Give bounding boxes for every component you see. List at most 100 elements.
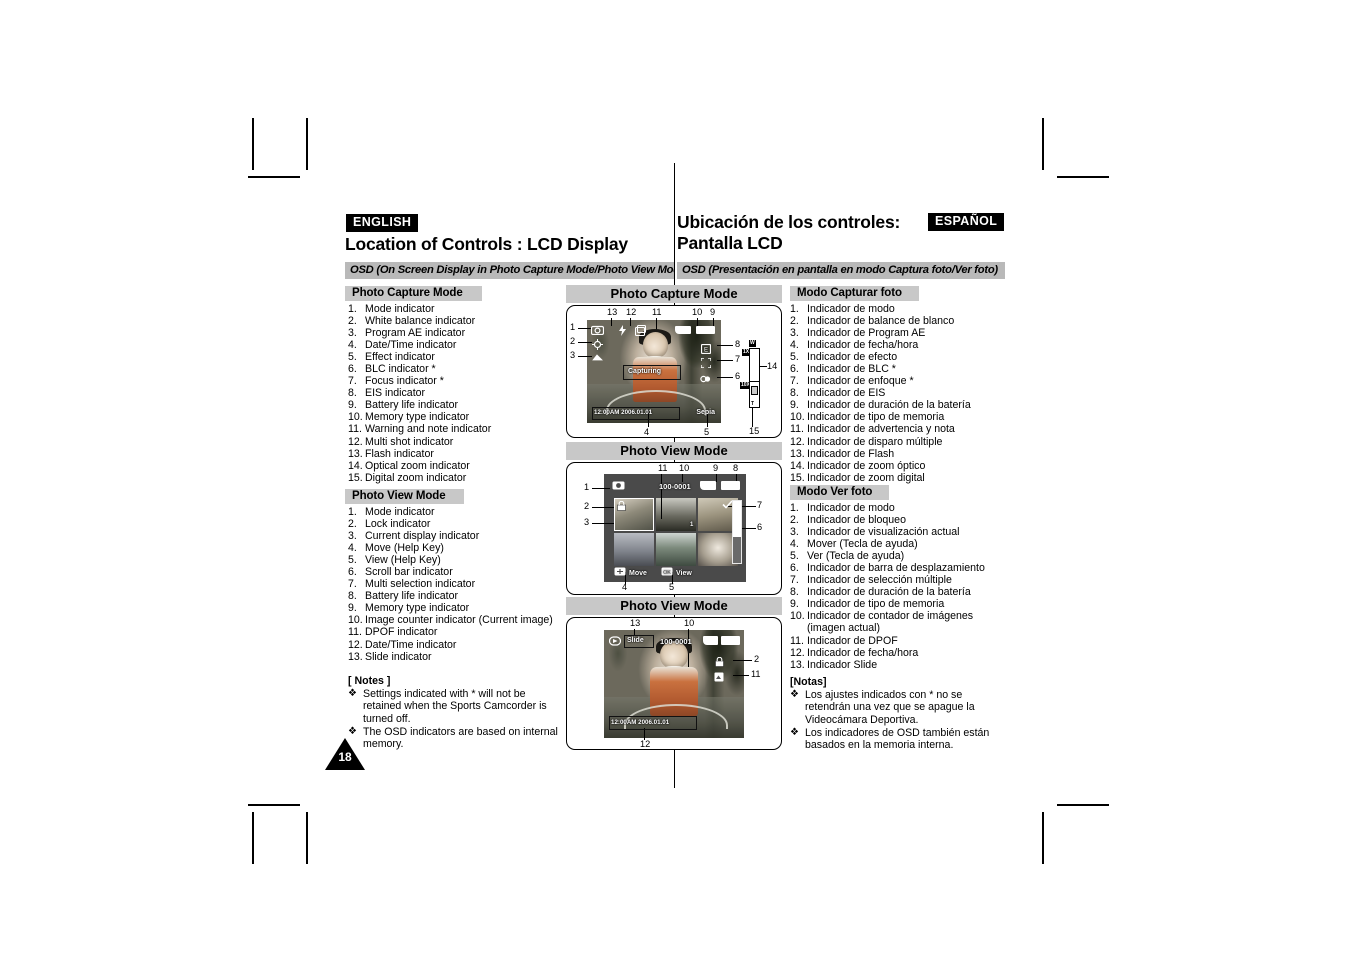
zoom-tele-label: T [751,401,755,407]
list-item: 9. Battery life indicator [348,399,568,411]
page-number: 18 [338,750,352,764]
list-item-number: 1. [790,502,799,514]
language-tag-spanish: ESPAÑOL [928,213,1005,231]
list-item-number: 9. [790,399,799,412]
battery-life-indicator [721,481,740,490]
list-item-number: 4. [348,339,357,352]
crop-mark-top-left-v [252,118,254,170]
note-text: The OSD indicators are based on internal… [363,725,558,751]
page-title-english: Location of Controls : LCD Display [345,234,628,254]
list-item: 12. Indicador de fecha/hora [790,647,1005,659]
leader-line [717,377,733,378]
list-item: 4. Move (Help Key) [348,542,573,554]
leader-line [630,318,631,326]
list-item: 6. BLC indicator * [348,363,568,375]
list-item-number: 12. [348,435,363,448]
list-item-label: Mode indicator [365,303,435,315]
white-balance-indicator-icon [592,339,612,352]
list-item-label: Indicador de Program AE [807,327,926,340]
list-item: 12. Indicador de disparo múltiple [790,436,1005,448]
leader-line [717,360,733,361]
list-item-number: 12. [790,646,805,659]
leader-line [611,318,612,326]
list-item: 7. Indicador de enfoque * [790,375,1005,387]
note-bullet-icon: ❖ [348,725,357,737]
leader-line [740,528,756,529]
callout-2: 2 [570,336,576,346]
list-item-label: Indicador de balance de blanco [807,315,955,328]
list-photo-capture-mode-es: 1. Indicador de modo 2. Indicador de balanc… [790,303,1005,484]
thumbnail[interactable] [656,533,696,566]
list-item-label: Indicador de fecha/hora [807,339,919,352]
list-item: 15. Indicador de zoom digital [790,472,1005,484]
callout-10: 10 [684,618,695,628]
list-item-number: 7. [348,375,357,388]
status-text-box [623,365,681,380]
panel-title-photo-capture-mode: Photo Capture Mode [566,285,782,303]
memory-type-indicator [700,481,716,490]
callout-9: 9 [710,307,716,317]
note-bullet-icon: ❖ [790,689,799,701]
view-help-key-label: View [676,570,692,577]
leader-line [578,328,592,329]
battery-life-indicator [696,326,715,334]
list-item-label: Indicador de enfoque * [807,375,914,388]
note-item: ❖ Los indicadores de OSD también están b… [790,727,1002,751]
list-item-label: Digital zoom indicator [365,471,467,484]
callout-4: 4 [644,427,650,437]
list-item-number: 7. [790,375,799,388]
list-item: 2. Lock indicator [348,518,573,530]
callout-10: 10 [679,463,690,473]
optical-zoom-bar [749,348,760,384]
list-item: 6. Indicador de barra de desplazamiento [790,562,1005,574]
scroll-bar-indicator[interactable] [732,500,742,564]
list-item-number: 11. [790,423,804,436]
list-item-number: 9. [348,399,357,412]
list-photo-capture-mode-en: 1. Mode indicator 2. White balance indicato… [348,303,568,484]
view-help-key-icon: OK [661,567,673,578]
crop-mark-bottom-left-v [252,812,254,864]
list-item: 9. Indicador de tipo de memoria [790,598,1005,610]
list-item-number: 10. [790,610,805,623]
current-display-index: 1 [690,522,694,528]
list-item-number: 3. [348,327,357,340]
slide-indicator-box [624,635,654,648]
scroll-bar-knob[interactable] [733,501,741,537]
list-item-label: Indicador de modo [807,303,895,315]
callout-9: 9 [713,463,719,473]
list-item-label: Indicador de BLC * [807,363,896,376]
list-item: 10. Memory type indicator [348,411,568,423]
note-bullet-icon: ❖ [790,726,799,738]
image-counter-text: 100-0001 [660,637,692,646]
program-ae-indicator-icon [592,353,603,364]
callout-5: 5 [669,582,675,592]
list-item-number: 6. [348,363,357,376]
heading-photo-view-mode-es: Modo Ver foto [790,485,889,500]
list-item-number: 3. [348,530,357,543]
leader-line [713,318,714,326]
zoom-wide-label: W [749,340,756,347]
list-item-number: 13. [790,658,805,671]
list-item: 3. Indicador de visualización actual [790,526,1005,538]
list-item-number: 8. [790,387,799,400]
thumbnail[interactable] [614,533,654,566]
list-item-number: 8. [348,387,357,400]
list-item: 6. Scroll bar indicator [348,566,573,578]
lcd-screen-photo-view-single: Slide 100-0001 12:00AM 2006.01.01 [604,630,744,738]
list-item: 12. Date/Time indicator [348,639,573,651]
list-item: 3. Current display indicator [348,530,573,542]
list-item-label: Indicador de selección múltiple [807,574,952,587]
mode-indicator-icon [608,636,622,648]
note-text: Los indicadores de OSD también están bas… [805,726,990,752]
callout-11: 11 [658,463,668,473]
leader-line [733,660,752,661]
list-item: 2. Indicador de balance de blanco [790,315,1005,327]
list-item-label: Mode indicator [365,506,435,518]
list-item-label: Program AE indicator [365,327,466,340]
list-item-number: 14. [348,459,363,472]
callout-6: 6 [757,522,763,532]
callout-7: 7 [757,500,763,510]
callout-5: 5 [704,427,710,437]
move-help-key-label: Move [629,570,647,577]
crop-mark-bottom-left-h [248,804,300,806]
